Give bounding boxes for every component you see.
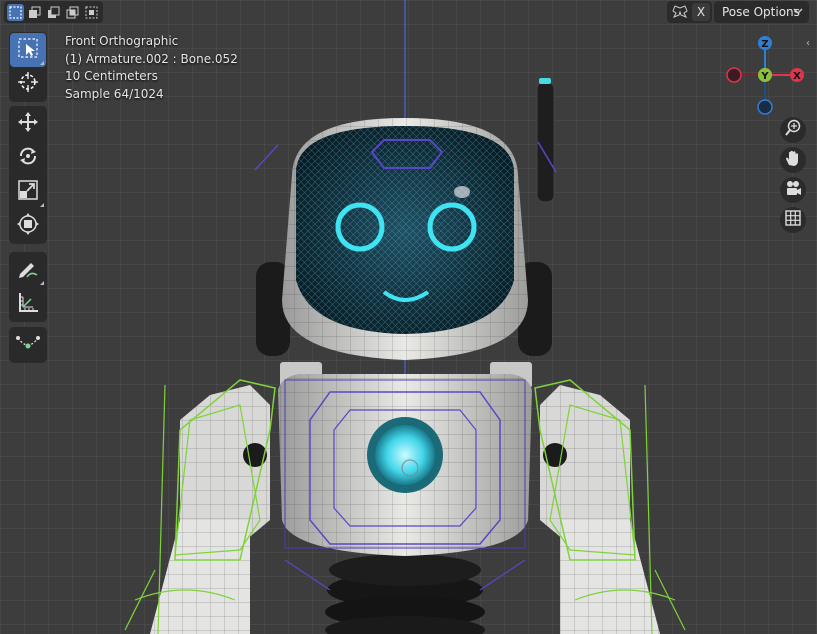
cursor-icon <box>17 71 39 97</box>
pose-options-dropdown[interactable]: Pose Options <box>714 1 809 23</box>
zoom-icon <box>784 119 802 141</box>
relax-tool[interactable] <box>10 328 46 362</box>
chevron-down-icon <box>793 5 803 19</box>
x-mirror-button[interactable]: X <box>692 3 710 21</box>
svg-text:X: X <box>793 71 801 82</box>
relax-icon <box>16 332 40 358</box>
camera-button[interactable] <box>780 177 806 203</box>
render-samples-text: Sample 64/1024 <box>65 86 164 101</box>
pose-options-label: Pose Options <box>722 5 800 19</box>
select-extend-icon[interactable] <box>26 4 43 21</box>
pan-button[interactable] <box>780 147 806 173</box>
sidebar-collapse-icon[interactable]: ‹ <box>806 38 810 49</box>
x-axis-handle[interactable]: X <box>790 68 804 82</box>
toolbar-group-relax <box>9 327 47 363</box>
select-intersect-icon[interactable] <box>83 4 100 21</box>
toolbar-group-annotate <box>9 252 47 322</box>
select-box-tool[interactable] <box>10 33 46 67</box>
move-tool[interactable] <box>10 107 46 141</box>
rotate-icon <box>17 145 39 171</box>
select-box-icon <box>17 37 39 63</box>
toolbar-group-select <box>9 32 47 102</box>
butterfly-icon <box>667 5 690 19</box>
select-difference-icon[interactable] <box>64 4 81 21</box>
svg-text:Z: Z <box>761 39 768 50</box>
neg-z-axis-handle[interactable] <box>757 99 773 115</box>
view-name-text: Front Orthographic <box>65 34 179 48</box>
grid-view-button[interactable] <box>780 207 806 233</box>
camera-icon <box>784 179 802 201</box>
z-axis-handle[interactable]: Z <box>758 36 772 50</box>
select-new-icon[interactable] <box>7 3 24 21</box>
grid-scale-text: 10 Centimeters <box>65 69 158 83</box>
move-icon <box>17 111 39 137</box>
cursor-tool[interactable] <box>10 67 46 101</box>
y-axis-handle[interactable]: Y <box>758 68 772 82</box>
3d-viewport[interactable]: X Pose Options Front Orthographic (1) Ar… <box>0 0 817 634</box>
grid-view-icon <box>784 209 802 231</box>
selection-mode-group <box>4 1 103 23</box>
annotate-icon <box>17 257 39 283</box>
select-subtract-icon[interactable] <box>45 4 62 21</box>
scale-icon <box>17 179 39 205</box>
transform-tool[interactable] <box>10 209 46 243</box>
measure-icon <box>17 291 39 317</box>
header-right-group: X <box>667 1 712 23</box>
toolbar-group-transform <box>9 106 47 244</box>
rotate-tool[interactable] <box>10 141 46 175</box>
pan-hand-icon <box>784 149 802 171</box>
scale-tool[interactable] <box>10 175 46 209</box>
neg-x-axis-handle[interactable] <box>726 67 742 83</box>
measure-tool[interactable] <box>10 287 46 321</box>
active-bone-text: (1) Armature.002 : Bone.052 <box>65 51 238 66</box>
navigation-gizmo[interactable]: Z X Y <box>720 32 810 122</box>
transform-icon <box>17 213 39 239</box>
viewport-info: Front Orthographic (1) Armature.002 : Bo… <box>65 33 238 103</box>
annotate-tool[interactable] <box>10 253 46 287</box>
svg-text:Y: Y <box>760 71 769 82</box>
zoom-button[interactable] <box>780 117 806 143</box>
bone-visibility-toggle[interactable]: X <box>667 1 712 23</box>
